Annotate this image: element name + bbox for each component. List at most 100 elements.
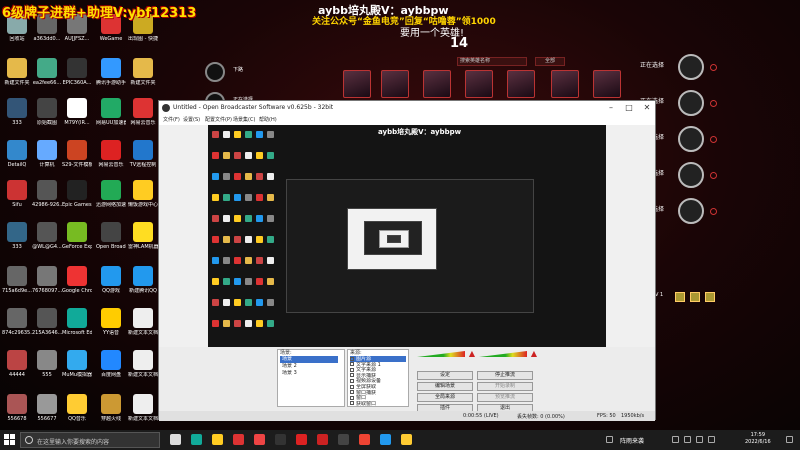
desktop-icon[interactable]: Microsoft Edge bbox=[62, 308, 92, 336]
desktop-icon[interactable]: 新建文本文档(4) bbox=[128, 394, 158, 422]
desktop-icon[interactable]: 网易云音乐 bbox=[96, 140, 126, 168]
menu-help[interactable]: 帮助(H) bbox=[259, 116, 277, 123]
champion-filter-dropdown[interactable]: 全部 bbox=[535, 57, 565, 66]
ime-icon[interactable] bbox=[708, 436, 715, 443]
preview-stream-button[interactable]: 预览推流 bbox=[477, 393, 533, 402]
source-visibility-checkbox[interactable] bbox=[350, 367, 354, 372]
champion-portrait[interactable] bbox=[423, 70, 451, 98]
maximize-icon[interactable]: □ bbox=[621, 102, 637, 114]
desktop-icon[interactable]: 556677 bbox=[32, 394, 62, 422]
desktop-icon[interactable]: QQ游戏 bbox=[96, 266, 126, 294]
game-control-button[interactable] bbox=[690, 292, 700, 302]
source-visibility-checkbox[interactable] bbox=[350, 373, 354, 378]
source-visibility-checkbox[interactable] bbox=[350, 401, 354, 406]
scene-item[interactable]: 场景 bbox=[280, 356, 338, 363]
desktop-icon[interactable]: Open Broadcast... bbox=[96, 222, 126, 250]
source-visibility-checkbox[interactable] bbox=[350, 384, 354, 389]
scene-item[interactable]: 场景 3 bbox=[280, 370, 338, 377]
desktop-icon[interactable]: 44444 bbox=[2, 350, 32, 378]
desktop-icon[interactable]: GeForce Experience bbox=[62, 222, 92, 250]
champion-portrait[interactable] bbox=[343, 70, 371, 98]
desktop-icon[interactable]: Google Chrome bbox=[62, 266, 92, 294]
desktop-icon[interactable]: 原始截图 bbox=[32, 98, 62, 126]
start-recording-button[interactable]: 开始录制 bbox=[477, 382, 533, 391]
desktop-icon[interactable]: Epic Games Launcher bbox=[62, 180, 92, 208]
app-redhat-icon[interactable] bbox=[254, 434, 265, 445]
scene-item[interactable]: 场景 2 bbox=[280, 363, 338, 370]
source-visibility-checkbox[interactable] bbox=[350, 395, 354, 400]
desktop-icon[interactable]: ea2fee66... bbox=[32, 58, 62, 86]
desktop-icon[interactable]: 雷神LAM机器 bbox=[128, 222, 158, 250]
wegame-icon[interactable] bbox=[296, 434, 307, 445]
edge-icon[interactable] bbox=[191, 434, 202, 445]
desktop-icon[interactable]: 网易UU加速器 bbox=[96, 98, 126, 126]
edit-scene-button[interactable]: 编辑场景 bbox=[417, 382, 473, 391]
desktop-icon[interactable]: 新建腾讯QQ bbox=[128, 266, 158, 294]
desktop-icon[interactable]: 76768097... bbox=[32, 266, 62, 294]
champion-portrait[interactable] bbox=[593, 70, 621, 98]
system-clock[interactable]: 17:59 2022/6/16 bbox=[745, 432, 771, 446]
volume-icon[interactable] bbox=[696, 436, 703, 443]
start-button[interactable] bbox=[4, 434, 16, 446]
close-icon[interactable]: ✕ bbox=[639, 102, 655, 114]
menu-file[interactable]: 文件(F) bbox=[163, 116, 180, 123]
desktop-icon[interactable]: 新建文本文档(2) bbox=[128, 308, 158, 336]
desktop-icon[interactable]: Sifu bbox=[2, 180, 32, 208]
netease-icon[interactable] bbox=[317, 434, 328, 445]
desktop-icon[interactable]: 333 bbox=[2, 98, 32, 126]
champion-portrait[interactable] bbox=[507, 70, 535, 98]
source-item[interactable]: 获取窗口 bbox=[350, 401, 406, 407]
desktop-icon[interactable]: 新建文件夹 bbox=[128, 58, 158, 86]
desktop-icon[interactable]: S29-文件模板 bbox=[62, 140, 92, 168]
obs-preview-canvas[interactable]: aybb培丸殿V：aybbpw bbox=[208, 125, 606, 347]
weather-text[interactable]: 阵雨来袭 bbox=[620, 436, 644, 445]
task-view-icon[interactable] bbox=[170, 434, 181, 445]
desktop-icon[interactable]: 百度网盘 bbox=[96, 350, 126, 378]
obs-titlebar[interactable]: Untitled - Open Broadcaster Software v0.… bbox=[159, 101, 655, 115]
qq-icon[interactable] bbox=[380, 434, 391, 445]
desktop-icon[interactable]: 穿越火线 bbox=[96, 394, 126, 422]
notification-icon[interactable] bbox=[786, 436, 793, 443]
desktop-icon[interactable]: 555 bbox=[32, 350, 62, 378]
source-visibility-checkbox[interactable] bbox=[350, 362, 354, 367]
menu-scene-collections[interactable]: 场景集(C) bbox=[233, 116, 255, 123]
desktop-icon[interactable]: 计算机 bbox=[32, 140, 62, 168]
chrome-icon[interactable] bbox=[359, 434, 370, 445]
champion-portrait[interactable] bbox=[551, 70, 579, 98]
desktop-icon[interactable]: 腾讯手游助手(优化版) bbox=[96, 58, 126, 86]
desktop-icon[interactable]: M79Y(IR... bbox=[62, 98, 92, 126]
desktop-icon[interactable]: 42986-926... bbox=[32, 180, 62, 208]
obs-icon[interactable] bbox=[338, 434, 349, 445]
chevron-up-icon[interactable] bbox=[672, 436, 679, 443]
desktop-icon[interactable]: 556678 bbox=[2, 394, 32, 422]
minimize-icon[interactable]: – bbox=[603, 102, 619, 114]
desktop-icon[interactable]: 懒饭游戏中心 bbox=[128, 180, 158, 208]
desktop-icon[interactable]: 新建文本文档(3) bbox=[128, 350, 158, 378]
explorer-icon[interactable] bbox=[212, 434, 223, 445]
source-visibility-checkbox[interactable] bbox=[350, 390, 354, 395]
source-visibility-checkbox[interactable] bbox=[350, 378, 354, 383]
champion-portrait[interactable] bbox=[381, 70, 409, 98]
menu-settings[interactable]: 设置(S) bbox=[183, 116, 200, 123]
desktop-icon[interactable]: 874c29635... bbox=[2, 308, 32, 336]
menu-profiles[interactable]: 配置文件(P) bbox=[205, 116, 232, 123]
desktop-icon[interactable]: YY语音 bbox=[96, 308, 126, 336]
desktop-icon[interactable]: TV远程控制 bbox=[128, 140, 158, 168]
game-control-button[interactable] bbox=[705, 292, 715, 302]
speaker-icon[interactable]: ▲ bbox=[469, 349, 475, 358]
source-visibility-checkbox[interactable] bbox=[350, 356, 354, 361]
desktop-icon[interactable]: 新建文件夹 bbox=[2, 58, 32, 86]
game-control-button[interactable] bbox=[675, 292, 685, 302]
taskbar-search-box[interactable]: 在这里输入你要搜索的内容 bbox=[20, 432, 160, 448]
app-black-icon[interactable] bbox=[275, 434, 286, 445]
g-icon[interactable] bbox=[401, 434, 412, 445]
champion-search-input[interactable]: 搜索英雄名称 bbox=[457, 57, 527, 66]
app-red-icon[interactable] bbox=[233, 434, 244, 445]
stop-stream-button[interactable]: 停止推流 bbox=[477, 371, 533, 380]
weather-icon[interactable] bbox=[606, 436, 613, 443]
microphone-icon[interactable]: ▲ bbox=[531, 349, 537, 358]
desktop-icon[interactable]: @WL@G4... bbox=[32, 222, 62, 250]
champion-portrait[interactable] bbox=[465, 70, 493, 98]
settings-button[interactable]: 设定 bbox=[417, 371, 473, 380]
desktop-icon[interactable]: MuMu模拟器 bbox=[62, 350, 92, 378]
